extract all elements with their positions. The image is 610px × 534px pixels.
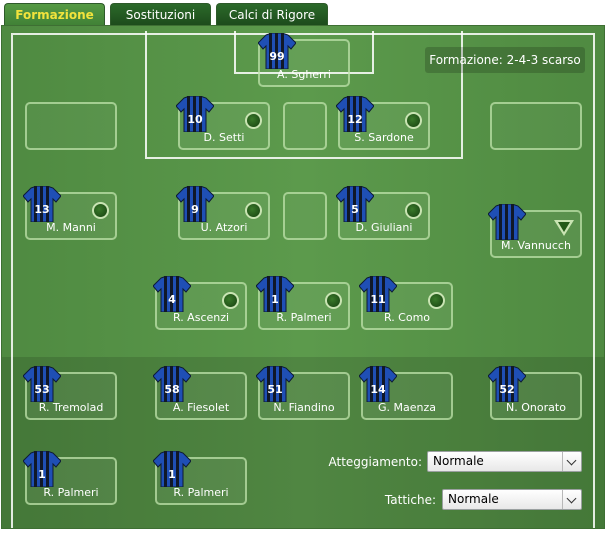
jersey-icon: 1 [152,450,192,488]
tactics-label: Tattiche: [384,493,436,507]
player-name: R. Palmeri [276,311,332,324]
jersey-number: 1 [271,293,279,306]
jersey-number: 11 [370,293,386,306]
player-name: D. Setti [203,131,245,144]
jersey-number: 12 [347,113,363,126]
jersey-icon: 58 [152,365,192,403]
status-dot-icon[interactable] [92,202,109,219]
jersey-icon: 4 [152,275,192,313]
jersey-number: 9 [191,203,199,216]
player-name: R. Palmeri [173,486,229,499]
player-name: A. Sgherri [277,68,331,81]
jersey-icon: 1 [255,275,295,313]
status-dot-icon[interactable] [245,202,262,219]
tab-formazione[interactable]: Formazione [4,3,105,27]
pitch: Formazione: 2-4-3 scarso 99 A. Sgherri 1… [1,25,605,529]
status-dot-icon[interactable] [405,112,422,129]
jersey-icon: 11 [358,275,398,313]
player-slot-defender-left[interactable]: 10 D. Setti [175,95,270,150]
jersey-number: 4 [168,293,176,306]
player-name: N. Fiandino [273,401,335,414]
player-slot-midfielder-4[interactable]: M. Vannucch [487,203,582,258]
jersey-icon: 14 [358,365,398,403]
player-slot-defender-right[interactable]: 12 S. Sardone [335,95,430,150]
jersey-icon: 51 [255,365,295,403]
jersey-number: 5 [351,203,359,216]
status-dot-icon[interactable] [245,112,262,129]
jersey-number: 99 [269,50,285,63]
jersey-icon: 1 [22,450,62,488]
player-name: R. Palmeri [43,486,99,499]
status-dot-icon[interactable] [405,202,422,219]
jersey-number: 10 [187,113,203,126]
player-name: G. Maenza [377,401,436,414]
jersey-number: 51 [267,383,283,396]
empty-slot[interactable] [283,192,327,240]
tactics-select-value: Normale [448,492,499,506]
empty-slot[interactable] [25,102,117,150]
chevron-down-icon [562,490,581,509]
jersey-icon: 12 [335,95,375,133]
arrow-down-icon[interactable] [554,220,574,236]
tab-calci-di-rigore[interactable]: Calci di Rigore [216,3,328,26]
formation-label: Formazione: 2-4-3 scarso [425,47,585,73]
jersey-number: 53 [34,383,50,396]
status-dot-icon[interactable] [222,292,239,309]
chevron-down-icon [562,452,581,471]
jersey-icon: 5 [335,185,375,223]
player-name: M. Vannucch [501,239,571,252]
attitude-select[interactable]: Normale [427,451,582,472]
bench-slot-1[interactable]: 53 R. Tremolad [22,365,117,420]
jersey-number: 14 [370,383,386,396]
empty-slot[interactable] [283,102,327,150]
tab-sostituzioni[interactable]: Sostituzioni [110,3,211,26]
status-dot-icon[interactable] [325,292,342,309]
player-slot-goalkeeper[interactable]: 99 A. Sgherri [257,32,350,87]
jersey-icon: 52 [487,365,527,403]
player-slot-midfielder-3[interactable]: 5 D. Giuliani [335,185,430,240]
player-name: R. Tremolad [38,401,104,414]
jersey-number: 1 [168,468,176,481]
attitude-label: Atteggiamento: [328,455,422,469]
bench-slot-7[interactable]: 1 R. Palmeri [152,450,247,505]
player-name: A. Fiesolet [172,401,230,414]
status-dot-icon[interactable] [428,292,445,309]
tactics-select[interactable]: Normale [442,489,582,510]
bench-slot-3[interactable]: 51 N. Fiandino [255,365,350,420]
jersey-number: 58 [164,383,180,396]
player-name: U. Atzori [200,221,248,234]
player-slot-midfielder-1[interactable]: 13 M. Manni [22,185,117,240]
jersey-icon: 9 [175,185,215,223]
player-name: N. Onorato [506,401,566,414]
player-name: R. Ascenzi [172,311,230,324]
bench-slot-6[interactable]: 1 R. Palmeri [22,450,117,505]
bench-slot-2[interactable]: 58 A. Fiesolet [152,365,247,420]
jersey-icon: 53 [22,365,62,403]
player-name: R. Como [383,311,431,324]
jersey-icon: 13 [22,185,62,223]
player-name: D. Giuliani [355,221,413,234]
jersey-number: 1 [38,468,46,481]
player-slot-forward-1[interactable]: 4 R. Ascenzi [152,275,247,330]
bench-slot-4[interactable]: 14 G. Maenza [358,365,453,420]
player-name: M. Manni [46,221,96,234]
bench-slot-5[interactable]: 52 N. Onorato [487,365,582,420]
empty-slot[interactable] [490,102,582,150]
player-name: S. Sardone [354,131,414,144]
attitude-select-value: Normale [433,454,484,468]
jersey-icon: 10 [175,95,215,133]
jersey-icon: 99 [257,32,297,70]
jersey-icon [487,203,527,241]
player-slot-forward-3[interactable]: 11 R. Como [358,275,453,330]
player-slot-forward-2[interactable]: 1 R. Palmeri [255,275,350,330]
player-slot-midfielder-2[interactable]: 9 U. Atzori [175,185,270,240]
jersey-number: 13 [34,203,50,216]
jersey-number: 52 [499,383,515,396]
